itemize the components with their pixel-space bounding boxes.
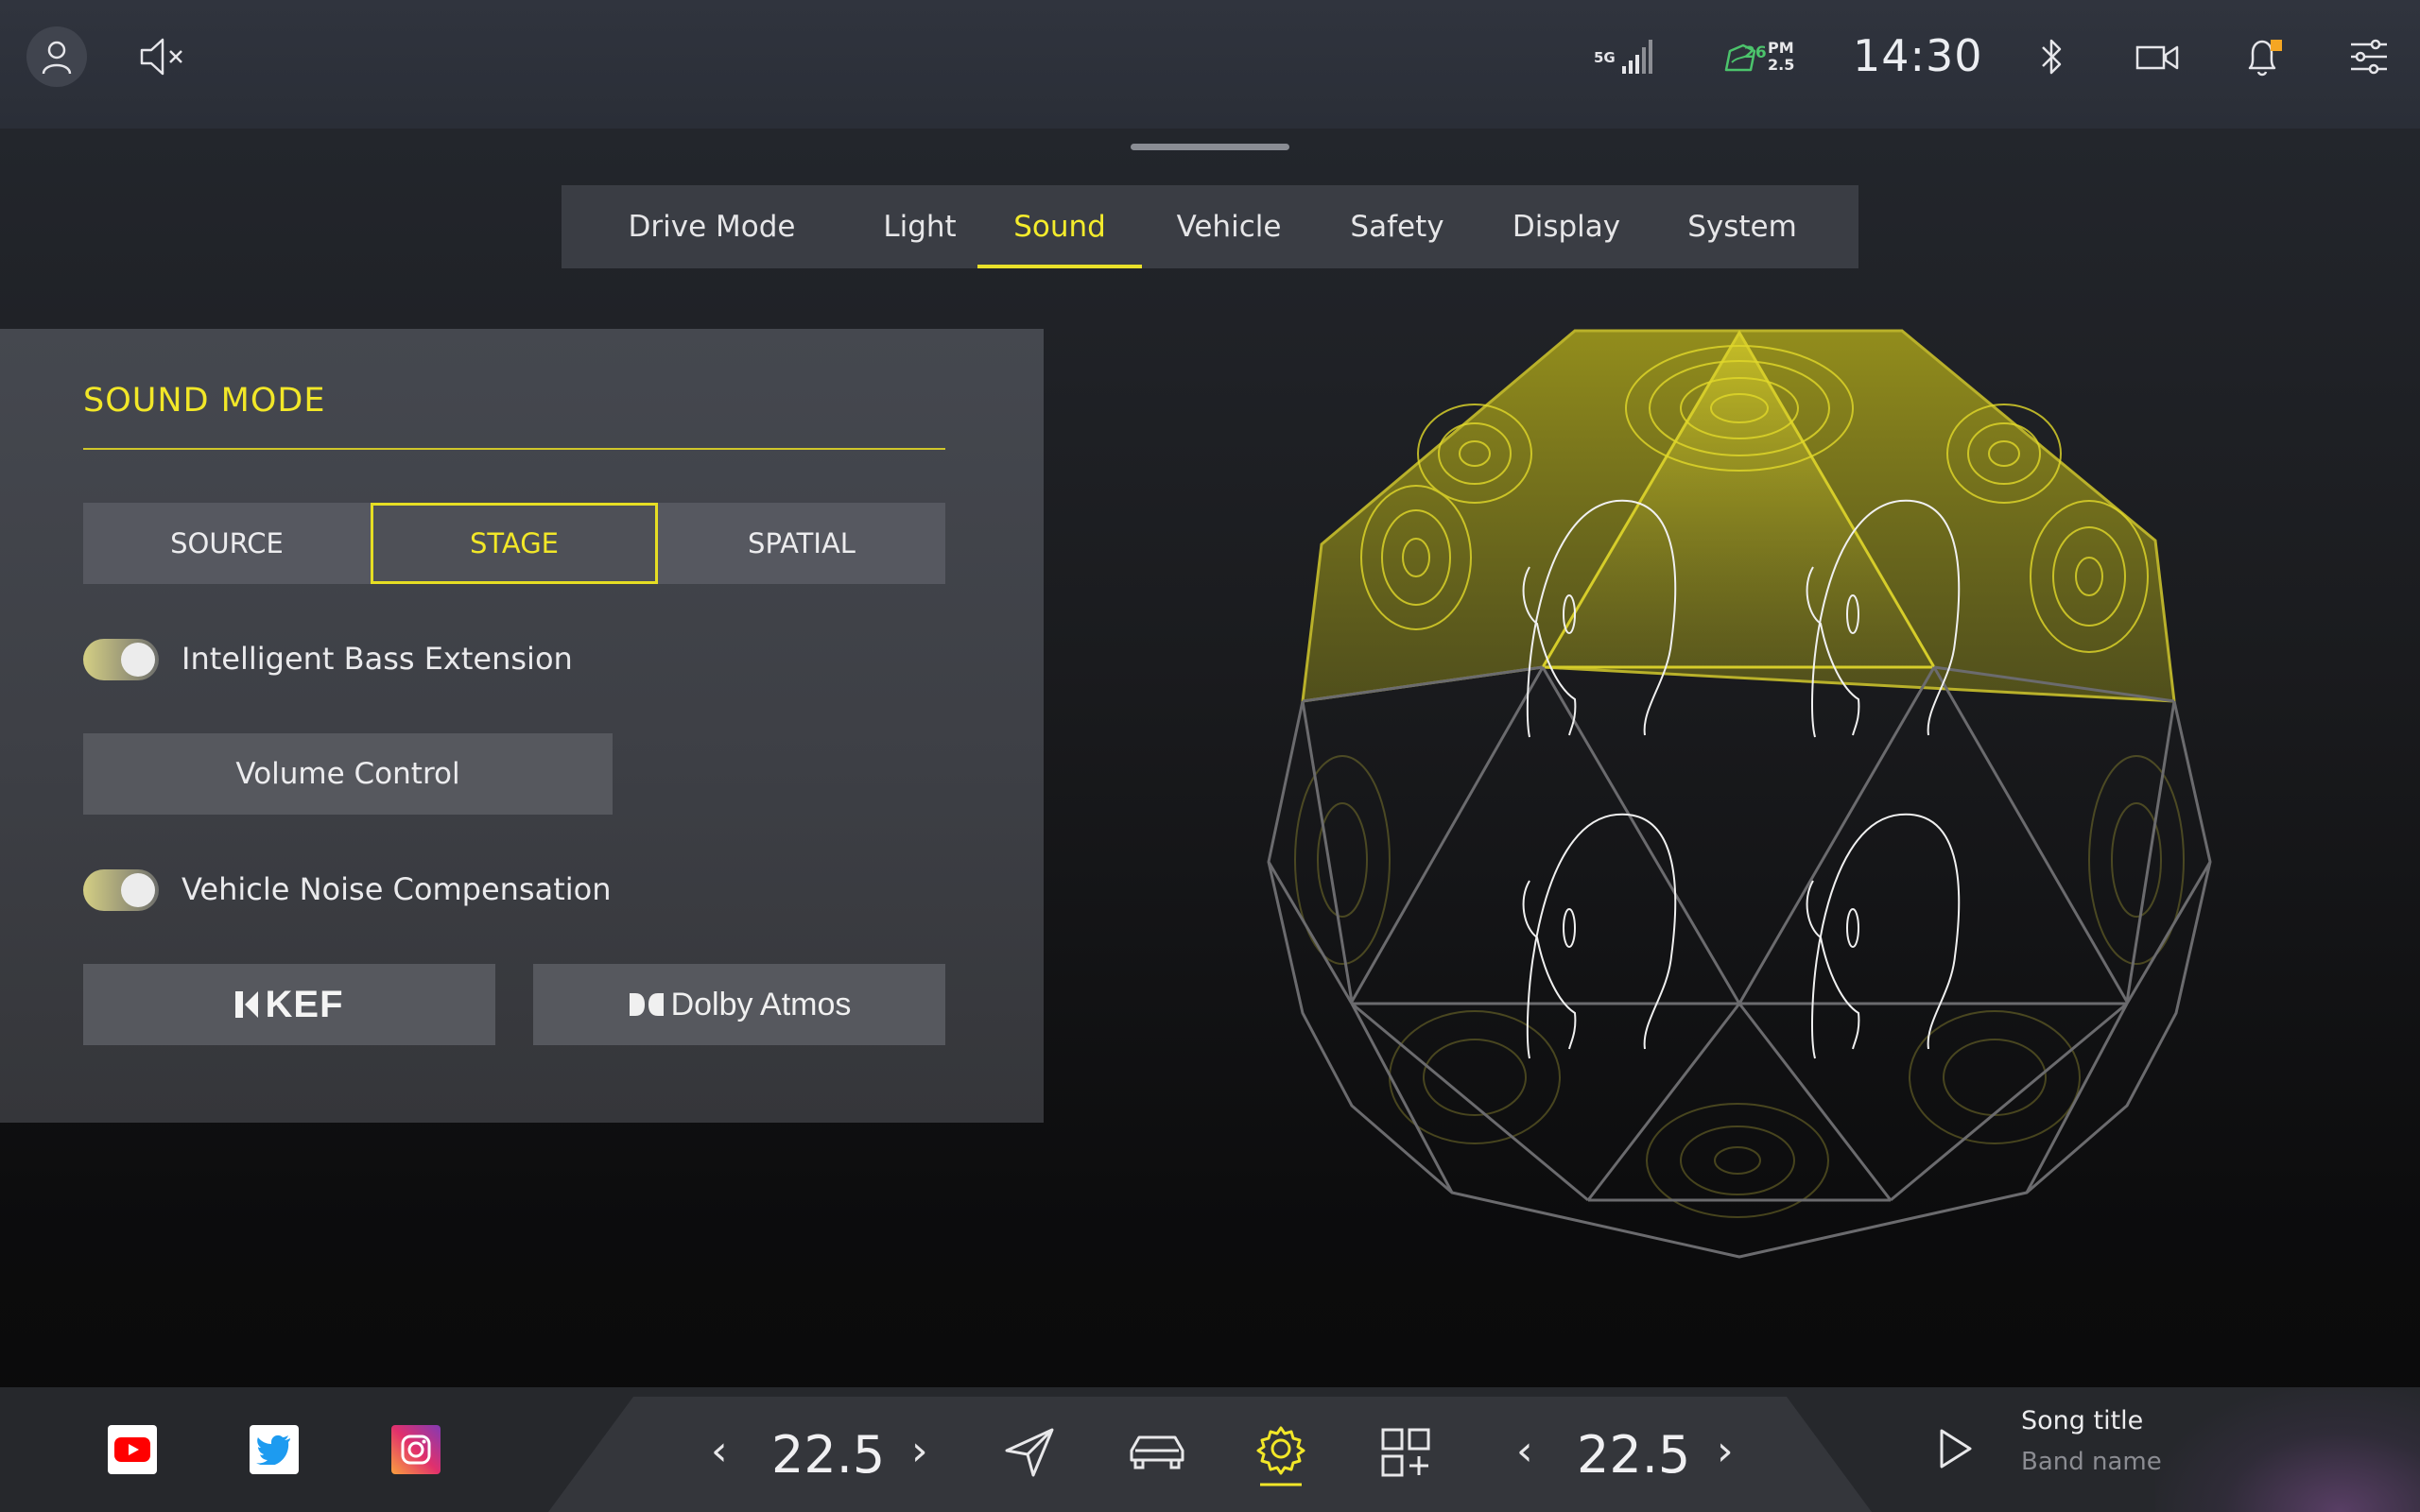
- navigation-icon[interactable]: [1002, 1425, 1057, 1480]
- bluetooth-icon[interactable]: [2034, 34, 2068, 79]
- tab-safety[interactable]: Safety: [1316, 185, 1478, 268]
- noise-compensation-toggle[interactable]: [83, 869, 159, 911]
- tab-sound[interactable]: Sound: [977, 185, 1142, 268]
- left-temp-increase-icon[interactable]: ›: [911, 1427, 928, 1475]
- panel-title: SOUND MODE: [83, 382, 326, 420]
- youtube-icon[interactable]: [108, 1425, 157, 1474]
- panel-divider: [83, 448, 945, 450]
- user-icon[interactable]: [26, 26, 87, 87]
- drawer-handle[interactable]: [1131, 144, 1289, 150]
- kef-logo-mark: [234, 991, 258, 1018]
- pm-value: 2.5: [1768, 56, 1795, 74]
- noise-compensation-label: Vehicle Noise Compensation: [182, 871, 612, 907]
- album-art-glow: [2155, 1387, 2420, 1512]
- kef-button[interactable]: KEF: [83, 964, 495, 1045]
- dolby-logo-text: Dolby Atmos: [670, 986, 852, 1022]
- bass-extension-label: Intelligent Bass Extension: [182, 641, 573, 677]
- bass-extension-toggle[interactable]: [83, 639, 159, 680]
- apps-add-icon[interactable]: [1378, 1425, 1433, 1480]
- aqi-value: 26: [1744, 43, 1767, 62]
- twitter-icon[interactable]: [250, 1425, 299, 1474]
- dolby-logo-mark: [629, 993, 664, 1016]
- tab-display[interactable]: Display: [1478, 185, 1654, 268]
- mode-spatial-button[interactable]: SPATIAL: [658, 503, 945, 584]
- toggle-knob: [121, 643, 155, 677]
- tab-light[interactable]: Light: [862, 185, 977, 268]
- signal-icon: 5G: [1592, 34, 1660, 79]
- tab-vehicle[interactable]: Vehicle: [1142, 185, 1316, 268]
- song-title: Song title: [2021, 1406, 2144, 1435]
- band-name: Band name: [2021, 1448, 2162, 1476]
- sphere-wireframe: [1267, 665, 2212, 1259]
- mode-stage-button[interactable]: STAGE: [371, 503, 658, 584]
- mute-icon[interactable]: [134, 32, 191, 81]
- network-type: 5G: [1594, 49, 1616, 66]
- play-icon[interactable]: [1934, 1425, 1976, 1472]
- settings-sliders-icon[interactable]: [2346, 34, 2392, 79]
- instagram-icon[interactable]: [391, 1425, 441, 1474]
- left-temperature: 22.5: [771, 1425, 886, 1485]
- clock: 14:30: [1853, 30, 1983, 81]
- volume-control-button[interactable]: Volume Control: [83, 733, 613, 815]
- settings-gear-icon[interactable]: [1252, 1421, 1310, 1489]
- left-temp-decrease-icon[interactable]: ‹: [711, 1427, 728, 1475]
- sound-stage-sphere: [1267, 329, 2212, 1259]
- right-temperature: 22.5: [1577, 1425, 1691, 1485]
- toggle-knob: [121, 873, 155, 907]
- car-icon[interactable]: [1127, 1427, 1187, 1476]
- dolby-atmos-button[interactable]: Dolby Atmos: [533, 964, 945, 1045]
- settings-tabs: Drive Mode Light Sound Vehicle Safety Di…: [562, 185, 1858, 268]
- right-temp-decrease-icon[interactable]: ‹: [1516, 1427, 1533, 1475]
- kef-logo-text: KEF: [265, 983, 344, 1025]
- tab-system[interactable]: System: [1654, 185, 1830, 268]
- pm-label: PM: [1768, 39, 1794, 57]
- right-temp-increase-icon[interactable]: ›: [1717, 1427, 1734, 1475]
- tab-drive-mode[interactable]: Drive Mode: [562, 185, 862, 268]
- notification-bell-icon[interactable]: [2240, 32, 2286, 81]
- mode-source-button[interactable]: SOURCE: [83, 503, 371, 584]
- camera-icon[interactable]: [2133, 36, 2182, 77]
